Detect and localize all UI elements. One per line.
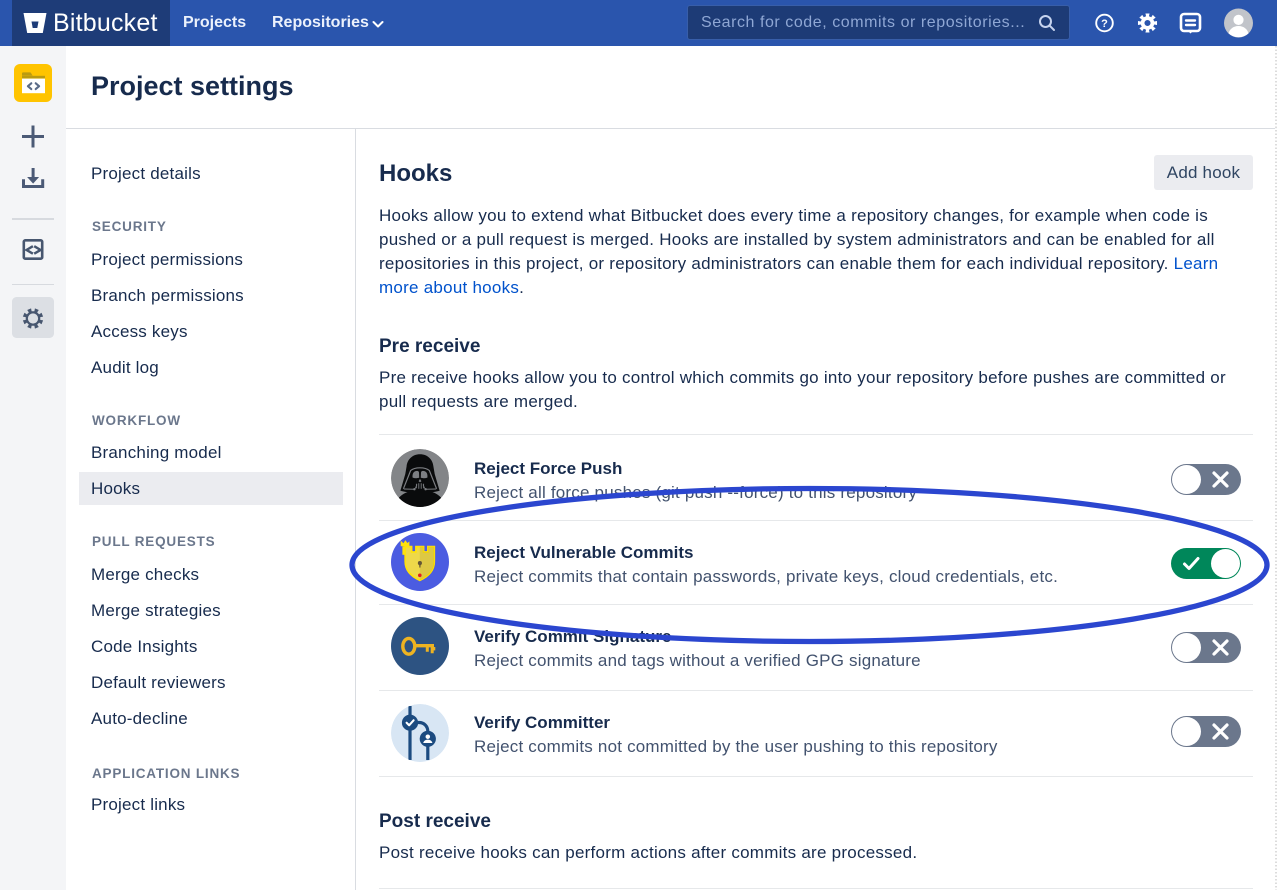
svg-text:?: ? <box>1101 18 1108 30</box>
